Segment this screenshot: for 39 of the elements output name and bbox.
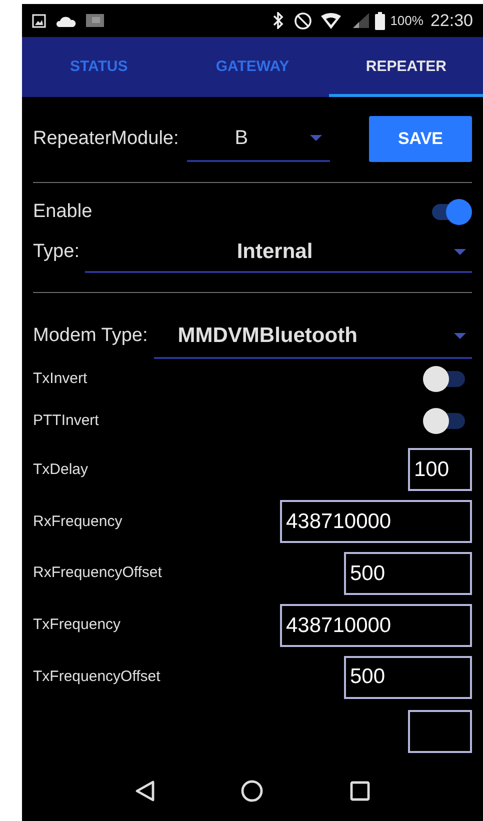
- battery-icon: [375, 12, 386, 30]
- setting-label: TxDelay: [33, 460, 88, 480]
- setting-label: TxFrequency: [33, 615, 121, 636]
- wifi-icon: [321, 12, 342, 28]
- input-field[interactable]: 438710000: [280, 604, 472, 647]
- do-not-disturb-icon: [294, 12, 312, 30]
- field-label: Enable: [33, 200, 92, 224]
- modem-type-dropdown[interactable]: MMDVMBluetooth: [154, 314, 472, 359]
- setting-label: PTTInvert: [33, 410, 99, 431]
- image-icon: [32, 14, 46, 28]
- dropdown-caret-icon: [454, 332, 466, 339]
- dropdown-caret-icon: [310, 135, 322, 141]
- home-icon[interactable]: [241, 780, 264, 802]
- input-field[interactable]: 500: [344, 656, 472, 699]
- input-field[interactable]: 500: [344, 552, 472, 596]
- type-dropdown[interactable]: Internal: [85, 232, 472, 273]
- dropdown-caret-icon: [454, 248, 466, 255]
- setting-label: RxFrequencyOffset: [33, 563, 162, 584]
- toggle-switch[interactable]: [423, 408, 467, 434]
- setting-label: TxFrequencyOffset: [33, 666, 160, 687]
- input-field[interactable]: [408, 710, 472, 753]
- recents-icon[interactable]: [350, 780, 370, 800]
- field-label: Type:: [33, 240, 80, 264]
- input-field[interactable]: 438710000: [280, 500, 472, 544]
- field-label: Modem Type:: [33, 324, 148, 348]
- cloud-icon: [56, 14, 76, 26]
- back-icon[interactable]: [135, 780, 156, 802]
- battery-percentage: 100%: [390, 12, 424, 30]
- setting-label: TxInvert: [33, 369, 88, 390]
- clock-time: 22:30: [430, 10, 473, 32]
- save-button[interactable]: SAVE: [369, 116, 472, 162]
- setting-label: RxFrequency: [33, 512, 122, 532]
- card-icon: [86, 14, 104, 27]
- toggle-switch[interactable]: [423, 366, 467, 392]
- signal-icon: [353, 13, 370, 28]
- field-label: RepeaterModule:: [33, 126, 179, 151]
- module-dropdown[interactable]: B: [186, 116, 330, 162]
- bluetooth-icon: [272, 12, 284, 29]
- input-field[interactable]: 100: [408, 448, 472, 492]
